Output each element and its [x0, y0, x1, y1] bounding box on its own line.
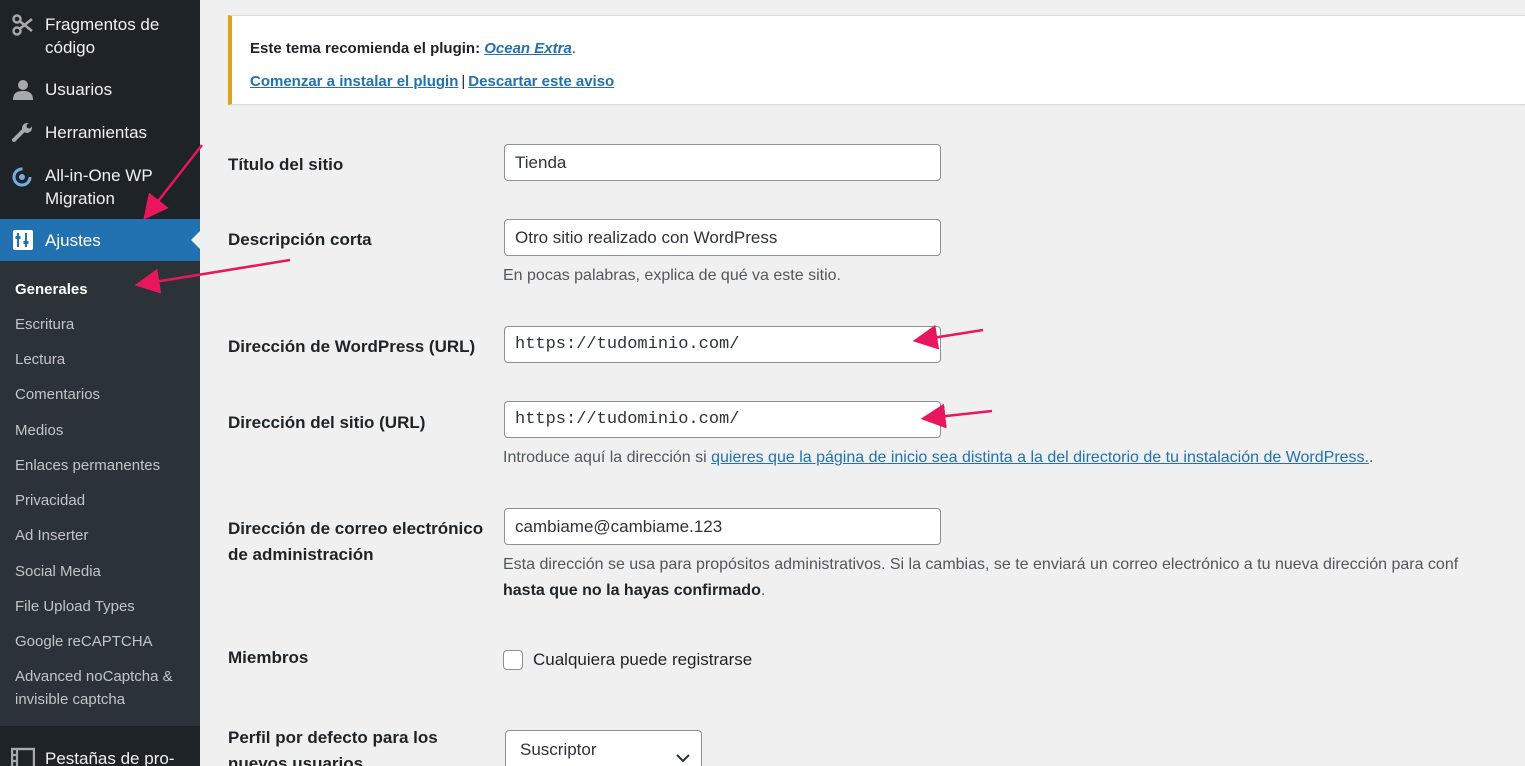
submenu-item-privacidad[interactable]: Privacidad	[15, 489, 195, 512]
install-plugin-link[interactable]: Comenzar a instalar el plugin	[250, 73, 458, 90]
submenu-item-google-recaptcha[interactable]: Google reCAPTCHA	[15, 630, 195, 653]
submenu-item-enlaces-permanentes[interactable]: Enlaces permanentes	[15, 454, 195, 477]
submenu-item-ad-inserter[interactable]: Ad Inserter	[15, 524, 195, 547]
menu-label-snippets: Fragmentos de código	[45, 15, 160, 57]
site-url-input[interactable]: https://tudominio.com/	[504, 401, 941, 438]
admin-sidebar: Fragmentos de código Usuarios Herramient…	[0, 0, 200, 766]
admin-email-label: Dirección de correo electrónico de admin…	[228, 519, 484, 564]
menu-label-migration: All-in-One WP Migration	[45, 166, 153, 208]
site-url-description-end: .	[1369, 449, 1374, 466]
site-url-help-link[interactable]: quieres que la página de inicio sea dist…	[711, 449, 1369, 466]
submenu-item-escritura[interactable]: Escritura	[15, 313, 195, 336]
plugin-notice: Este tema recomienda el plugin: Ocean Ex…	[228, 15, 1525, 105]
tagline-label: Descripción corta	[228, 230, 372, 249]
membership-label: Miembros	[228, 648, 309, 667]
menu-item-users[interactable]: Usuarios	[0, 78, 200, 102]
site-url-description-text: Introduce aquí la dirección si	[503, 449, 712, 466]
submenu-item-medios[interactable]: Medios	[15, 419, 195, 442]
dismiss-notice-link[interactable]: Descartar este aviso	[468, 73, 614, 90]
notice-period: .	[571, 40, 576, 57]
submenu-item-comentarios[interactable]: Comentarios	[15, 383, 195, 406]
notice-separator: |	[461, 73, 466, 90]
chevron-down-icon	[675, 742, 691, 763]
submenu-item-advanced-nocaptcha[interactable]: Advanced noCaptcha & invisible captcha	[15, 665, 195, 711]
tagline-input[interactable]: Otro sitio realizado con WordPress	[504, 219, 941, 256]
membership-checkbox[interactable]	[503, 650, 523, 670]
film-icon	[10, 747, 36, 766]
wrench-icon	[11, 121, 35, 145]
admin-email-input[interactable]: cambiame@cambiame.123	[504, 508, 941, 545]
admin-email-description-period: .	[760, 582, 766, 599]
site-url-label: Dirección del sitio (URL)	[228, 413, 426, 432]
migration-icon	[11, 164, 35, 188]
submenu-item-generales[interactable]: Generales	[15, 278, 195, 301]
menu-label-settings: Ajustes	[45, 231, 101, 250]
settings-sliders-icon	[11, 228, 35, 252]
membership-checkbox-label[interactable]: Cualquiera puede registrarse	[533, 648, 752, 672]
scissors-icon	[11, 13, 35, 37]
admin-email-description-bold: hasta que no la hayas confirmado	[503, 582, 761, 599]
settings-submenu: Generales Escritura Lectura Comentarios …	[0, 261, 200, 726]
tagline-description: En pocas palabras, explica de qué va est…	[503, 267, 841, 284]
notice-plugin-link[interactable]: Ocean Extra	[484, 40, 572, 57]
default-role-select[interactable]: Suscriptor	[505, 730, 702, 766]
menu-item-settings[interactable]: Ajustes	[0, 219, 200, 261]
wp-url-input[interactable]: https://tudominio.com/	[504, 326, 941, 363]
menu-item-product-tabs[interactable]: Pestañas de pro-	[0, 747, 200, 766]
menu-item-tools[interactable]: Herramientas	[0, 121, 200, 145]
notice-actions: Comenzar a instalar el plugin | Descartar …	[250, 73, 614, 90]
site-url-description: Introduce aquí la dirección si quieres q…	[503, 445, 1373, 471]
current-menu-arrow	[191, 231, 200, 249]
admin-email-description-line2: hasta que no la hayas confirmado.	[503, 578, 765, 604]
menu-label-users: Usuarios	[45, 80, 113, 99]
site-title-input[interactable]: Tienda	[504, 144, 941, 181]
wp-url-label: Dirección de WordPress (URL)	[228, 337, 476, 356]
admin-email-description: Esta dirección se usa para propósitos ad…	[503, 556, 1459, 573]
default-role-label: Perfil por defecto para los nuevos usuar…	[228, 728, 438, 766]
site-title-label: Título del sitio	[228, 155, 344, 174]
user-icon	[11, 78, 35, 102]
submenu-item-file-upload-types[interactable]: File Upload Types	[15, 595, 195, 618]
notice-message: Este tema recomienda el plugin: Ocean Ex…	[250, 40, 576, 57]
menu-label-tools: Herramientas	[45, 123, 148, 142]
menu-item-migration[interactable]: All-in-One WP Migration	[0, 164, 200, 212]
menu-item-snippets[interactable]: Fragmentos de código	[0, 13, 200, 65]
submenu-item-lectura[interactable]: Lectura	[15, 348, 195, 371]
default-role-value: Suscriptor	[520, 740, 597, 759]
submenu-item-social-media[interactable]: Social Media	[15, 560, 195, 583]
notice-text: Este tema recomienda el plugin:	[250, 40, 485, 57]
menu-label-product-tabs: Pestañas de pro-	[45, 749, 175, 766]
